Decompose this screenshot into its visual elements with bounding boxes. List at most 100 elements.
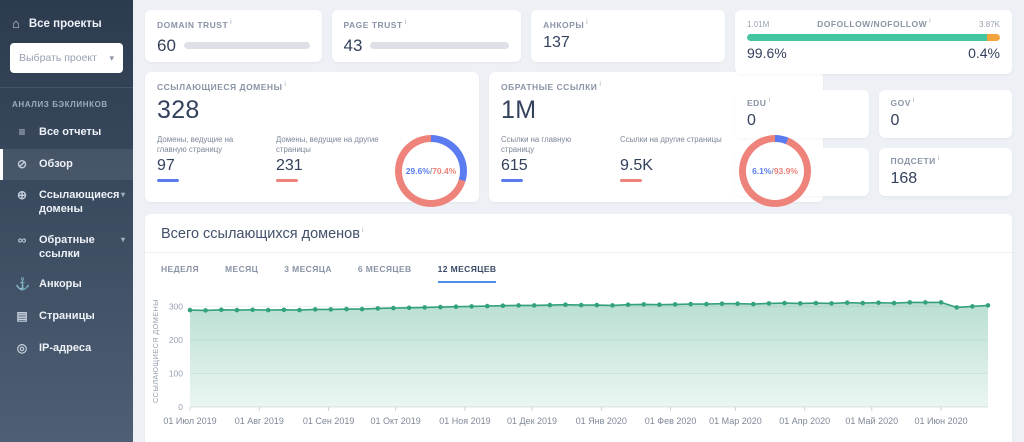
info-icon[interactable]: i: [768, 97, 770, 104]
info-icon[interactable]: i: [284, 81, 286, 88]
page-trust-card: PAGE TRUSTi 43: [332, 10, 522, 62]
sidebar-item-referring-domains[interactable]: ⊕ Ссылающиеся домены ▾: [0, 180, 133, 225]
referring-domains-card: ССЫЛАЮЩИЕСЯ ДОМЕНЫi 328 Домены, ведущие …: [145, 72, 479, 202]
domain-trust-progressbar: [184, 42, 310, 49]
substat-label: Домены, ведущие на главную страницу: [157, 135, 262, 155]
substat-other-domains: Домены, ведущие на другие страницы 231: [276, 135, 381, 182]
sidebar-item-all-reports[interactable]: ≡ Все отчеты: [0, 117, 133, 149]
blue-marker-bar: [501, 179, 523, 182]
link-icon: ∞: [15, 233, 29, 249]
info-icon[interactable]: i: [938, 155, 940, 162]
sidebar-item-label: Ссылающиеся домены: [39, 188, 111, 217]
sidebar-item-label: IP-адреса: [39, 341, 91, 355]
blue-marker-bar: [157, 179, 179, 182]
area-chart: 010020030001 Июл 201901 Авг 201901 Сен 2…: [160, 287, 1002, 433]
page-trust-value: 43: [344, 36, 363, 56]
donut-center-label: 29.6%/70.4%: [395, 135, 467, 207]
svg-text:01 Июн 2020: 01 Июн 2020: [914, 416, 967, 426]
info-icon[interactable]: i: [230, 19, 232, 26]
svg-text:01 Май 2020: 01 Май 2020: [845, 416, 898, 426]
substat-home-domains: Домены, ведущие на главную страницу 97: [157, 135, 262, 182]
info-icon[interactable]: i: [362, 227, 364, 234]
page-icon: ▤: [15, 309, 29, 325]
sidebar-item-label: Все отчеты: [39, 125, 101, 139]
period-tabs: НЕДЕЛЯ МЕСЯЦ 3 МЕСЯЦА 6 МЕСЯЦЕВ 12 МЕСЯЦ…: [145, 253, 1012, 283]
svg-text:01 Авг 2019: 01 Авг 2019: [235, 416, 284, 426]
tab-month[interactable]: МЕСЯЦ: [225, 264, 258, 283]
main-content: DOMAIN TRUSTi 60 PAGE TRUSTi 43: [133, 0, 1024, 442]
info-icon[interactable]: i: [929, 18, 931, 25]
sidebar-item-overview[interactable]: ⊘ Обзор: [0, 149, 133, 181]
nofollow-segment: [987, 34, 1000, 41]
globe-icon: ⊕: [15, 188, 29, 204]
anchors-card: АНКОРЫi 137: [531, 10, 725, 62]
backlinks-donut-chart: 6.1%/93.9%: [739, 135, 811, 207]
app-window: ⌂ Все проекты Выбрать проект ▾ АНАЛИЗ БЭ…: [0, 0, 1024, 442]
dofollow-segment: [747, 34, 987, 41]
svg-text:01 Дек 2019: 01 Дек 2019: [507, 416, 557, 426]
card-label: EDUi: [747, 97, 857, 108]
sidebar-item-anchors[interactable]: ⚓ Анкоры: [0, 269, 133, 301]
tab-6-months[interactable]: 6 МЕСЯЦЕВ: [358, 264, 412, 283]
card-label: ПОДСЕТИi: [891, 155, 1001, 166]
sidebar-item-label: Обзор: [39, 157, 73, 171]
info-icon[interactable]: i: [599, 81, 601, 88]
chart-title: Всего ссылающихся доменовi: [145, 214, 1012, 253]
sidebar-item-ip-addresses[interactable]: ◎ IP-адреса: [0, 333, 133, 365]
substat-label: Ссылки на другие страницы: [620, 135, 725, 155]
info-icon[interactable]: i: [586, 19, 588, 26]
donut-center-label: 6.1%/93.9%: [739, 135, 811, 207]
sidebar-item-label: Страницы: [39, 309, 95, 323]
svg-text:01 Сен 2019: 01 Сен 2019: [303, 416, 355, 426]
sidebar-item-pages[interactable]: ▤ Страницы: [0, 301, 133, 333]
sidebar-item-label: Анкоры: [39, 277, 82, 291]
referring-domains-donut-chart: 29.6%/70.4%: [395, 135, 467, 207]
substat-label: Ссылки на главную страницу: [501, 135, 606, 155]
substat-value: 231: [276, 157, 381, 175]
trend-chart-card: Всего ссылающихся доменовi НЕДЕЛЯ МЕСЯЦ …: [145, 214, 1012, 442]
svg-text:200: 200: [169, 335, 183, 345]
tab-12-months[interactable]: 12 МЕСЯЦЕВ: [438, 264, 497, 283]
edu-card: EDUi 0: [735, 90, 869, 138]
dofollow-nofollow-bar: [747, 34, 1000, 41]
sidebar-item-all-projects[interactable]: ⌂ Все проекты: [0, 10, 133, 41]
gov-card: GOVi 0: [879, 90, 1013, 138]
red-marker-bar: [620, 179, 642, 182]
info-icon[interactable]: i: [913, 97, 915, 104]
page-trust-progressbar: [370, 42, 509, 49]
chevron-down-icon: ▾: [121, 188, 125, 200]
nofollow-percent: 0.4%: [968, 45, 1000, 61]
card-label: DOMAIN TRUSTi: [157, 19, 310, 30]
y-axis-label: ССЫЛАЮЩИЕСЯ ДОМЕНЫ: [151, 291, 160, 411]
domain-trust-card: DOMAIN TRUSTi 60: [145, 10, 322, 62]
card-label: ССЫЛАЮЩИЕСЯ ДОМЕНЫi: [157, 81, 467, 92]
domain-trust-value: 60: [157, 36, 176, 56]
sidebar-item-backlinks[interactable]: ∞ Обратные ссылки ▾: [0, 225, 133, 270]
sidebar-item-label: Обратные ссылки: [39, 233, 111, 262]
tab-3-months[interactable]: 3 МЕСЯЦА: [284, 264, 332, 283]
home-icon: ⌂: [12, 16, 20, 31]
project-select[interactable]: Выбрать проект ▾: [10, 43, 123, 73]
anchor-icon: ⚓: [15, 277, 29, 293]
svg-text:01 Окт 2019: 01 Окт 2019: [371, 416, 421, 426]
tab-week[interactable]: НЕДЕЛЯ: [161, 264, 199, 283]
substat-label: Домены, ведущие на другие страницы: [276, 135, 381, 155]
svg-text:01 Фев 2020: 01 Фев 2020: [645, 416, 697, 426]
reports-icon: ≡: [15, 125, 29, 141]
chevron-down-icon: ▾: [109, 53, 114, 64]
project-select-placeholder: Выбрать проект: [19, 52, 97, 64]
sidebar-section-title: АНАЛИЗ БЭКЛИНКОВ: [0, 98, 133, 117]
info-icon[interactable]: i: [405, 19, 407, 26]
card-label: DOFOLLOW/NOFOLLOWi: [817, 18, 931, 29]
all-projects-label: Все проекты: [29, 18, 102, 30]
svg-text:01 Апр 2020: 01 Апр 2020: [779, 416, 830, 426]
chart-area: ССЫЛАЮЩИЕСЯ ДОМЕНЫ 010020030001 Июл 2019…: [145, 283, 1012, 433]
dofollow-percent: 99.6%: [747, 45, 787, 61]
sidebar: ⌂ Все проекты Выбрать проект ▾ АНАЛИЗ БЭ…: [0, 0, 133, 442]
red-marker-bar: [276, 179, 298, 182]
substat-value: 615: [501, 157, 606, 175]
svg-text:01 Июл 2019: 01 Июл 2019: [163, 416, 216, 426]
card-label: PAGE TRUSTi: [344, 19, 510, 30]
chevron-down-icon: ▾: [121, 233, 125, 245]
subnets-value: 168: [891, 170, 1001, 188]
